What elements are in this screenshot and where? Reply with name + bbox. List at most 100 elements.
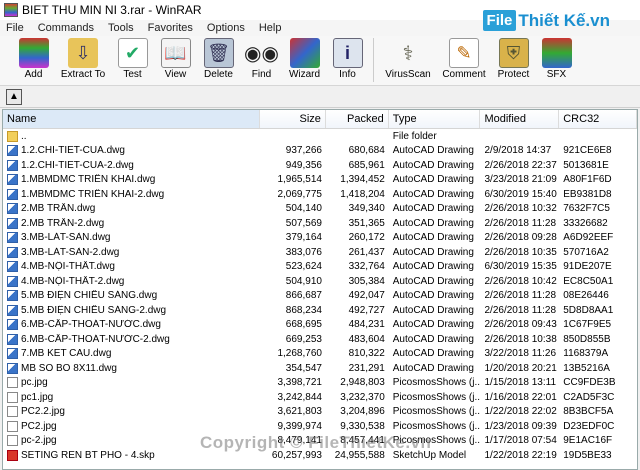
- file-packed: 332,764: [348, 261, 385, 273]
- file-name-cell: 1.2.CHI-TIET-CUA-2.dwg: [3, 159, 260, 171]
- file-name-cell: pc.jpg: [3, 377, 260, 389]
- sketchup-file-icon: [7, 449, 18, 461]
- file-row[interactable]: 4.MB-NỘI-THẤT.dwg 523,624 332,764 AutoCAD D…: [3, 260, 637, 275]
- file-modified: 2/9/2018 14:37: [484, 145, 552, 157]
- file-packed: 484,231: [348, 319, 385, 331]
- file-name: 5.MB ĐIỆN CHIẾU SÁNG-2.dwg: [21, 304, 167, 316]
- info-button[interactable]: i Info: [326, 36, 369, 80]
- menu-options[interactable]: Options: [207, 22, 245, 34]
- file-modified: 1/15/2018 13:11: [484, 377, 557, 389]
- file-packed: 685,961: [348, 159, 385, 171]
- file-modified: 1/22/2018 22:19: [484, 449, 557, 461]
- file-name-cell: 2.MB TRẦN-2.dwg: [3, 217, 260, 229]
- file-size: 8,479,141: [277, 435, 322, 447]
- winrar-app-icon: [4, 3, 18, 17]
- view-button[interactable]: 📖 View: [154, 36, 197, 80]
- file-crc32: 19D5BE33: [563, 449, 612, 461]
- file-packed: 2,948,803: [340, 377, 385, 389]
- file-row[interactable]: 2.MB TRẦN.dwg 504,140 349,340 AutoCAD Drawi…: [3, 202, 637, 217]
- menu-commands[interactable]: Commands: [38, 22, 94, 34]
- autocad-file-icon: [7, 159, 18, 171]
- file-type: PicosmosShows (j...: [392, 420, 481, 432]
- file-row[interactable]: .. File folder: [3, 129, 637, 144]
- file-name-cell: 6.MB-CẤP-THOÁT-NƯỚC-2.dwg: [3, 333, 260, 345]
- file-modified: 2/26/2018 22:37: [484, 159, 557, 171]
- info-button-label: Info: [339, 69, 356, 80]
- toolbar-separator: [373, 38, 374, 82]
- extract-to-button[interactable]: ⇩ Extract To: [55, 36, 111, 80]
- file-size: 669,253: [285, 333, 322, 345]
- file-row[interactable]: pc-2.jpg 8,479,141 8,457,441 PicosmosShows …: [3, 434, 637, 449]
- file-row[interactable]: 2.MB TRẦN-2.dwg 507,569 351,365 AutoCAD Dra…: [3, 216, 637, 231]
- autocad-file-icon: [7, 304, 18, 316]
- column-header-size[interactable]: Size: [260, 110, 326, 128]
- info-icon: i: [332, 38, 363, 68]
- file-name-cell: MB SO BO 8X11.dwg: [3, 362, 260, 374]
- menu-help[interactable]: Help: [259, 22, 282, 34]
- menu-file[interactable]: File: [6, 22, 24, 34]
- file-row[interactable]: 5.MB ĐIỆN CHIẾU SÁNG.dwg 866,687 492,047 Au…: [3, 289, 637, 304]
- add-button[interactable]: Add: [12, 36, 55, 80]
- file-name: 4.MB-NỘI-THẤT.dwg: [21, 261, 115, 273]
- extract-folder-icon: ⇩: [68, 38, 98, 68]
- file-modified: 1/17/2018 07:54: [484, 435, 557, 447]
- file-row[interactable]: 6.MB-CẤP-THOÁT-NƯỚC-2.dwg 669,253 483,604 A…: [3, 332, 637, 347]
- file-packed: 492,047: [348, 290, 385, 302]
- file-row[interactable]: 5.MB ĐIỆN CHIẾU SÁNG-2.dwg 868,234 492,727…: [3, 303, 637, 318]
- menu-favorites[interactable]: Favorites: [148, 22, 193, 34]
- file-name: 1.2.CHI-TIET-CUA-2.dwg: [21, 159, 134, 171]
- file-row[interactable]: 1.2.CHI-TIET-CUA-2.dwg 949,356 685,961 Auto…: [3, 158, 637, 173]
- file-crc32: 850D855B: [563, 333, 611, 345]
- file-row[interactable]: pc1.jpg 3,242,844 3,232,370 PicosmosShows (…: [3, 390, 637, 405]
- column-header-type[interactable]: Type: [389, 110, 481, 128]
- protect-button[interactable]: ⛨ Protect: [492, 36, 535, 80]
- file-row[interactable]: PC2.jpg 9,399,974 9,330,538 PicosmosShows (…: [3, 419, 637, 434]
- column-header-packed[interactable]: Packed: [326, 110, 389, 128]
- file-row[interactable]: 7.MB KET CAU.dwg 1,268,760 810,322 AutoCAD …: [3, 347, 637, 362]
- delete-button[interactable]: 🗑 Delete: [197, 36, 240, 80]
- file-modified: 1/16/2018 22:01: [484, 391, 557, 403]
- find-button[interactable]: ◉◉ Find: [240, 36, 283, 81]
- file-size: 504,140: [285, 203, 322, 215]
- file-row[interactable]: 1.MBMDMC TRIỂN KHAI-2.dwg 2,069,775 1,418,…: [3, 187, 637, 202]
- file-packed: 483,604: [348, 333, 385, 345]
- file-packed: 3,204,896: [340, 406, 385, 418]
- file-modified: 6/30/2019 15:40: [484, 188, 557, 200]
- file-row[interactable]: SETING REN BT PHO - 4.skp 60,257,993 24,95…: [3, 448, 637, 463]
- file-name: 2.MB TRẦN-2.dwg: [21, 217, 105, 229]
- file-row[interactable]: PC2.2.jpg 3,621,803 3,204,896 PicosmosShows…: [3, 405, 637, 420]
- menu-tools[interactable]: Tools: [108, 22, 134, 34]
- file-name: 1.MBMDMC TRIỂN KHAI.dwg: [21, 174, 156, 186]
- add-button-label: Add: [24, 69, 43, 80]
- file-row[interactable]: pc.jpg 3,398,721 2,948,803 PicosmosShows (j…: [3, 376, 637, 391]
- file-name-cell: 7.MB KET CAU.dwg: [3, 348, 260, 360]
- file-name-cell: 5.MB ĐIỆN CHIẾU SÁNG-2.dwg: [3, 304, 260, 316]
- file-type: AutoCAD Drawing: [392, 348, 474, 360]
- file-row[interactable]: 3.MB-LÁT-SÀN-2.dwg 383,076 261,437 AutoCAD …: [3, 245, 637, 260]
- file-crc32: 91DE207E: [563, 261, 612, 273]
- file-name-cell: PC2.2.jpg: [3, 406, 260, 418]
- file-name-cell: SETING REN BT PHO - 4.skp: [3, 449, 260, 461]
- up-folder-button[interactable]: ▲: [6, 88, 22, 105]
- virusscan-button[interactable]: ⚕ VirusScan: [380, 36, 436, 81]
- wizard-button[interactable]: Wizard: [283, 36, 326, 80]
- file-row[interactable]: 6.MB-CẤP-THOÁT-NƯỚC.dwg 668,695 484,231 Aut…: [3, 318, 637, 333]
- file-name-cell: 5.MB ĐIỆN CHIẾU SÁNG.dwg: [3, 290, 260, 302]
- file-name-cell: 2.MB TRẦN.dwg: [3, 203, 260, 215]
- column-header-modified[interactable]: Modified: [480, 110, 560, 128]
- column-header-crc32[interactable]: CRC32: [559, 110, 637, 128]
- comment-button[interactable]: ✎ Comment: [436, 36, 492, 80]
- file-type: AutoCAD Drawing: [392, 188, 474, 200]
- sfx-button[interactable]: SFX: [535, 36, 578, 80]
- column-header-name[interactable]: Name: [3, 110, 261, 128]
- file-row[interactable]: 1.2.CHI-TIET-CUA.dwg 937,266 680,684 AutoCA…: [3, 144, 637, 159]
- file-size: 504,910: [285, 275, 322, 287]
- file-row[interactable]: 3.MB-LÁT-SÀN.dwg 379,164 260,172 AutoCAD Dr…: [3, 231, 637, 246]
- file-name: ..: [21, 130, 27, 142]
- test-button[interactable]: ✔ Test: [111, 36, 154, 80]
- file-row[interactable]: 1.MBMDMC TRIỂN KHAI.dwg 1,965,514 1,394,45…: [3, 173, 637, 188]
- autocad-file-icon: [7, 217, 18, 229]
- file-row[interactable]: 4.MB-NỘI-THẤT-2.dwg 504,910 305,384 AutoCAD…: [3, 274, 637, 289]
- file-type: AutoCAD Drawing: [392, 362, 474, 374]
- file-row[interactable]: MB SO BO 8X11.dwg 354,547 231,291 AutoCAD D…: [3, 361, 637, 376]
